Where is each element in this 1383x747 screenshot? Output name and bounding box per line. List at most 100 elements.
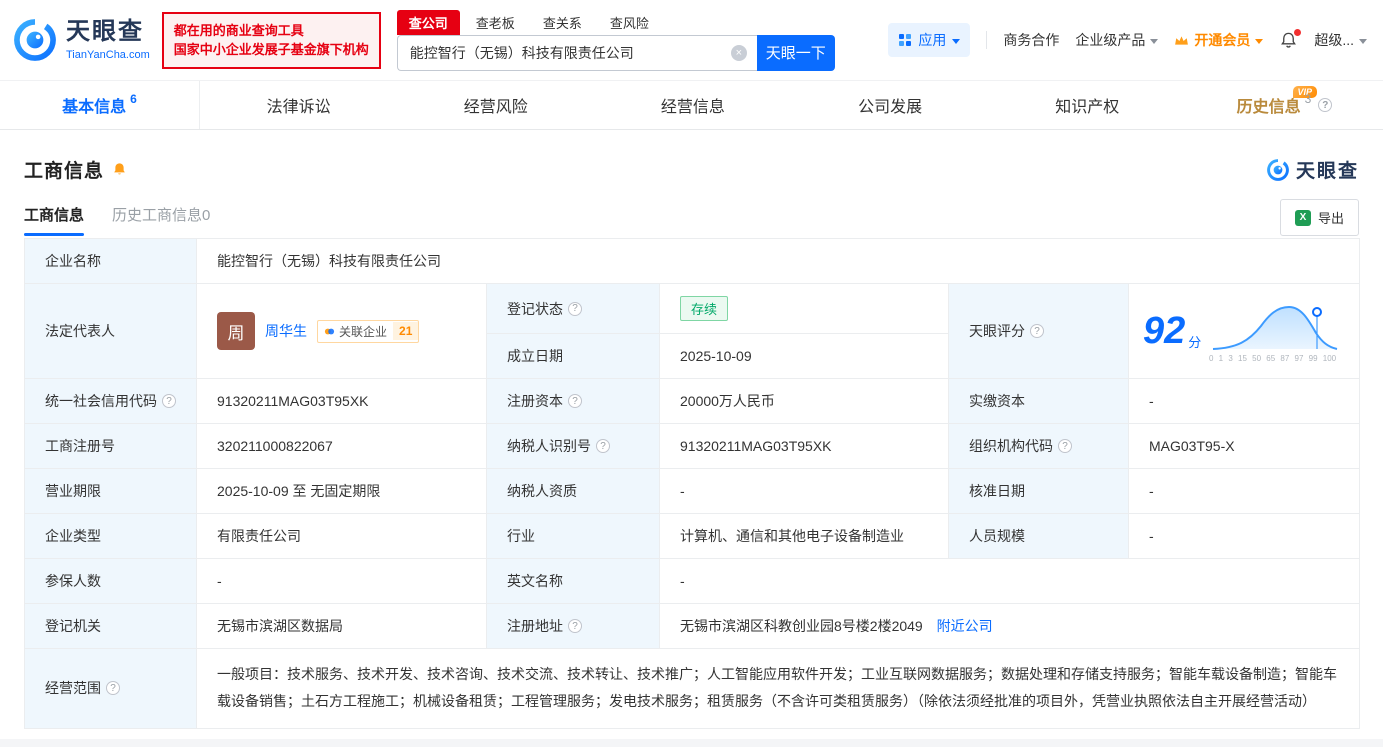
field-value-approval-date: -: [1129, 469, 1360, 514]
nav-open-vip[interactable]: 开通会员: [1174, 30, 1263, 50]
field-label-legal-rep: 法定代表人: [25, 284, 197, 379]
score-distribution-chart: 0 1 3 15 50 65 87 97 99 100: [1209, 299, 1341, 363]
field-value-insured-count: -: [197, 559, 487, 604]
field-value-staff-size: -: [1129, 514, 1360, 559]
tab-operation-info[interactable]: 经营信息: [594, 81, 791, 129]
notifications-button[interactable]: [1279, 31, 1298, 50]
search-tab-boss[interactable]: 查老板: [464, 10, 527, 35]
score-axis-labels: 0 1 3 15 50 65 87 97 99 100: [1209, 354, 1341, 363]
nav-super-label: 超级...: [1314, 30, 1354, 50]
field-value-taxpayer-id: 91320211MAG03T95XK: [660, 424, 949, 469]
monitor-bell-icon[interactable]: [112, 162, 127, 177]
help-icon[interactable]: ?: [596, 439, 610, 453]
tab-label: 历史信息: [1237, 93, 1301, 117]
nav-super-vip[interactable]: 超级...: [1314, 30, 1367, 50]
field-label-score: 天眼评分 ?: [949, 284, 1129, 379]
section-watermark-logo: 天眼查: [1266, 156, 1359, 183]
field-value-reg-status: 存续: [660, 284, 949, 334]
help-icon[interactable]: ?: [1318, 98, 1332, 112]
field-value-paid-capital: -: [1129, 379, 1360, 424]
field-label-establish-date: 成立日期: [487, 334, 660, 379]
tab-legal-litigation[interactable]: 法律诉讼: [200, 81, 397, 129]
field-value-business-scope: 一般项目：技术服务、技术开发、技术咨询、技术交流、技术转让、技术推广；人工智能应…: [197, 649, 1360, 729]
tab-label: 法律诉讼: [267, 93, 331, 117]
field-value-score: 92 分: [1129, 284, 1360, 379]
notification-badge-dot: [1294, 29, 1301, 36]
legal-rep-avatar[interactable]: 周: [217, 312, 255, 350]
field-label-reg-status: 登记状态 ?: [487, 284, 660, 334]
search-button[interactable]: 天眼一下: [757, 35, 835, 71]
logo-text: 天眼查 TianYanCha.com: [66, 19, 150, 60]
field-value-taxpayer-quality: -: [660, 469, 949, 514]
field-value-reg-address: 无锡市滨湖区科教创业园8号楼2楼2049 附近公司: [660, 604, 1360, 649]
nav-enterprise-products[interactable]: 企业级产品: [1075, 30, 1158, 50]
tab-label: 经营风险: [464, 93, 528, 117]
field-value-english-name: -: [660, 559, 1360, 604]
related-companies-badge[interactable]: 关联企业 21: [317, 320, 419, 343]
chevron-down-icon: [1255, 39, 1263, 44]
legal-rep-name-link[interactable]: 周华生: [265, 321, 307, 341]
tab-company-development[interactable]: 公司发展: [792, 81, 989, 129]
tab-history-info[interactable]: VIP 历史信息 3 ?: [1186, 81, 1383, 129]
slogan-line1: 都在用的商业查询工具: [174, 21, 369, 41]
help-icon[interactable]: ?: [162, 394, 176, 408]
table-row: 统一社会信用代码 ? 91320211MAG03T95XK 注册资本 ? 200…: [25, 379, 1360, 424]
tab-label: 公司发展: [858, 93, 922, 117]
tab-operation-risk[interactable]: 经营风险: [397, 81, 594, 129]
export-button[interactable]: X 导出: [1280, 199, 1359, 236]
help-icon[interactable]: ?: [106, 681, 120, 695]
chevron-down-icon: [952, 39, 960, 44]
nav-business-cooperation[interactable]: 商务合作: [1003, 30, 1059, 50]
subtab-business-info[interactable]: 工商信息: [24, 204, 84, 236]
field-label-reg-authority: 登记机关: [25, 604, 197, 649]
apps-menu-button[interactable]: 应用: [888, 23, 970, 57]
slogan-box: 都在用的商业查询工具 国家中小企业发展子基金旗下机构: [162, 12, 381, 69]
search-input[interactable]: [397, 35, 757, 71]
tab-label: 经营信息: [661, 93, 725, 117]
field-label-reg-capital: 注册资本 ?: [487, 379, 660, 424]
help-icon[interactable]: ?: [568, 394, 582, 408]
logo-name: 天眼查: [66, 19, 150, 45]
top-header: 天眼查 TianYanCha.com 都在用的商业查询工具 国家中小企业发展子基…: [0, 0, 1383, 80]
field-value-credit-code: 91320211MAG03T95XK: [197, 379, 487, 424]
field-value-reg-capital: 20000万人民币: [660, 379, 949, 424]
chevron-down-icon: [1150, 39, 1158, 44]
search-tab-risk[interactable]: 查风险: [598, 10, 661, 35]
tab-intellectual-property[interactable]: 知识产权: [989, 81, 1186, 129]
field-label-paid-capital: 实缴资本: [949, 379, 1129, 424]
watermark-brand-text: 天眼查: [1296, 156, 1359, 183]
field-label-business-scope: 经营范围 ?: [25, 649, 197, 729]
field-label-org-code: 组织机构代码 ?: [949, 424, 1129, 469]
nearby-companies-link[interactable]: 附近公司: [937, 618, 993, 634]
subtab-history-business-info[interactable]: 历史工商信息0: [112, 204, 210, 236]
field-value-org-code: MAG03T95-X: [1129, 424, 1360, 469]
top-nav: 应用 商务合作 企业级产品 开通会员: [888, 23, 1371, 57]
apps-label: 应用: [918, 30, 946, 50]
tab-count: 6: [130, 92, 137, 106]
tab-basic-info[interactable]: 基本信息 6: [0, 81, 200, 129]
clear-search-icon[interactable]: ×: [731, 45, 747, 61]
help-icon[interactable]: ?: [1058, 439, 1072, 453]
subtab-row: 工商信息 历史工商信息0 X 导出: [24, 199, 1359, 236]
help-icon[interactable]: ?: [568, 619, 582, 633]
table-row: 登记机关 无锡市滨湖区数据局 注册地址 ? 无锡市滨湖区科教创业园8号楼2楼20…: [25, 604, 1360, 649]
score-unit: 分: [1188, 332, 1201, 351]
score-number: 92: [1143, 312, 1185, 350]
table-row: 经营范围 ? 一般项目：技术服务、技术开发、技术咨询、技术交流、技术转让、技术推…: [25, 649, 1360, 729]
field-label-industry: 行业: [487, 514, 660, 559]
field-value-business-term: 2025-10-09 至 无固定期限: [197, 469, 487, 514]
address-text: 无锡市滨湖区科教创业园8号楼2楼2049: [680, 618, 923, 634]
field-value-legal-rep: 周 周华生 关联企业 21: [197, 284, 487, 379]
related-companies-icon: [324, 326, 335, 337]
nav-enterprise-label: 企业级产品: [1075, 30, 1145, 50]
search-tab-relation[interactable]: 查关系: [531, 10, 594, 35]
field-label-staff-size: 人员规模: [949, 514, 1129, 559]
page: 天眼查 TianYanCha.com 都在用的商业查询工具 国家中小企业发展子基…: [0, 0, 1383, 747]
table-row: 参保人数 - 英文名称 -: [25, 559, 1360, 604]
tab-label: 基本信息: [62, 93, 126, 117]
tianyancha-logo[interactable]: 天眼查 TianYanCha.com: [12, 17, 150, 63]
search-tab-company[interactable]: 查公司: [397, 10, 460, 35]
help-icon[interactable]: ?: [568, 302, 582, 316]
section-head: 工商信息 天眼查: [24, 156, 1359, 183]
help-icon[interactable]: ?: [1030, 324, 1044, 338]
